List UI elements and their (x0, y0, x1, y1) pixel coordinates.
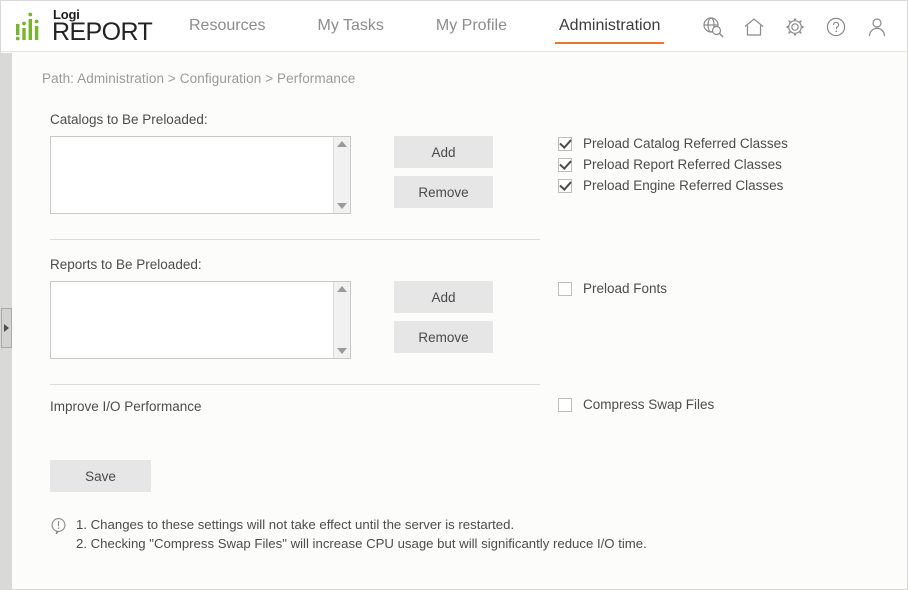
application-window: Logi REPORT Resources My Tasks My Profil… (0, 0, 908, 590)
nav-item-resources[interactable]: Resources (187, 11, 267, 41)
breadcrumb: Path: Administration > Configuration > P… (12, 53, 907, 86)
reports-add-button[interactable]: Add (394, 281, 493, 313)
checkbox-label-preload-fonts: Preload Fonts (583, 281, 667, 296)
save-button-wrapper: Save (50, 460, 907, 492)
nav-item-administration[interactable]: Administration (557, 11, 662, 41)
performance-settings-form: Catalogs to Be Preloaded: Add Remove (12, 112, 907, 553)
checkbox-compress-swap-files[interactable]: Compress Swap Files (558, 397, 714, 412)
scroll-up-arrow-icon[interactable] (337, 141, 347, 147)
checkbox-box-catalog-classes[interactable] (558, 137, 572, 151)
help-icon[interactable] (824, 15, 848, 39)
catalogs-listbox-scrollbar[interactable] (333, 137, 350, 213)
top-header: Logi REPORT Resources My Tasks My Profil… (1, 1, 907, 52)
user-icon[interactable] (865, 15, 889, 39)
checkbox-preload-catalog-referred-classes[interactable]: Preload Catalog Referred Classes (558, 136, 788, 151)
catalogs-button-column: Add Remove (394, 136, 493, 208)
checkbox-box-compress-swap-files[interactable] (558, 398, 572, 412)
note-line-2: 2. Checking "Compress Swap Files" will i… (76, 535, 647, 554)
checkbox-box-report-classes[interactable] (558, 158, 572, 172)
reports-listbox-scrollbar[interactable] (333, 282, 350, 358)
save-button[interactable]: Save (50, 460, 151, 492)
nav-item-my-tasks[interactable]: My Tasks (315, 11, 385, 41)
checkbox-label-compress-swap-files: Compress Swap Files (583, 397, 714, 412)
checkbox-preload-report-referred-classes[interactable]: Preload Report Referred Classes (558, 157, 788, 172)
scroll-up-arrow-icon[interactable] (337, 286, 347, 292)
info-exclamation-icon (50, 517, 67, 534)
improve-io-section: Improve I/O Performance Compress Swap Fi… (50, 385, 907, 414)
header-icon-group (701, 1, 889, 52)
checkbox-label-catalog-classes: Preload Catalog Referred Classes (583, 136, 788, 151)
main-navigation: Resources My Tasks My Profile Administra… (187, 11, 710, 41)
reports-section: Reports to Be Preloaded: Add Remove (50, 257, 907, 359)
home-icon[interactable] (742, 15, 766, 39)
globe-search-icon[interactable] (701, 15, 725, 39)
reports-button-column: Add Remove (394, 281, 493, 353)
compress-swap-checkbox-group: Compress Swap Files (558, 397, 714, 418)
sidebar-expand-handle[interactable] (1, 308, 12, 348)
divider-catalogs-reports (50, 239, 540, 240)
reports-remove-button[interactable]: Remove (394, 321, 493, 353)
note-line-1: 1. Changes to these settings will not ta… (76, 516, 647, 535)
main-content: Path: Administration > Configuration > P… (12, 53, 907, 589)
notes-block: 1. Changes to these settings will not ta… (50, 516, 907, 553)
scroll-down-arrow-icon[interactable] (337, 203, 347, 209)
logo-equalizer-icon (15, 10, 49, 42)
preload-fonts-checkbox-group: Preload Fonts (558, 281, 667, 302)
checkbox-box-preload-fonts[interactable] (558, 282, 572, 296)
reports-listbox[interactable] (50, 281, 351, 359)
checkbox-preload-engine-referred-classes[interactable]: Preload Engine Referred Classes (558, 178, 788, 193)
logo-text-bottom: REPORT (52, 21, 152, 45)
collapsed-sidebar-rail (1, 53, 12, 589)
catalogs-add-button[interactable]: Add (394, 136, 493, 168)
logi-report-logo[interactable]: Logi REPORT (15, 8, 145, 45)
checkbox-preload-fonts[interactable]: Preload Fonts (558, 281, 667, 296)
notes-text: 1. Changes to these settings will not ta… (76, 516, 647, 553)
improve-io-label: Improve I/O Performance (50, 399, 202, 414)
catalogs-section: Catalogs to Be Preloaded: Add Remove (50, 112, 907, 214)
reports-label: Reports to Be Preloaded: (50, 257, 907, 272)
chevron-right-icon (4, 324, 9, 332)
gear-icon[interactable] (783, 15, 807, 39)
catalogs-label: Catalogs to Be Preloaded: (50, 112, 907, 127)
checkbox-label-engine-classes: Preload Engine Referred Classes (583, 178, 783, 193)
nav-item-my-profile[interactable]: My Profile (434, 11, 509, 41)
checkbox-label-report-classes: Preload Report Referred Classes (583, 157, 782, 172)
catalogs-remove-button[interactable]: Remove (394, 176, 493, 208)
catalogs-listbox[interactable] (50, 136, 351, 214)
checkbox-box-engine-classes[interactable] (558, 179, 572, 193)
preload-classes-checkbox-group: Preload Catalog Referred Classes Preload… (558, 136, 788, 199)
scroll-down-arrow-icon[interactable] (337, 348, 347, 354)
